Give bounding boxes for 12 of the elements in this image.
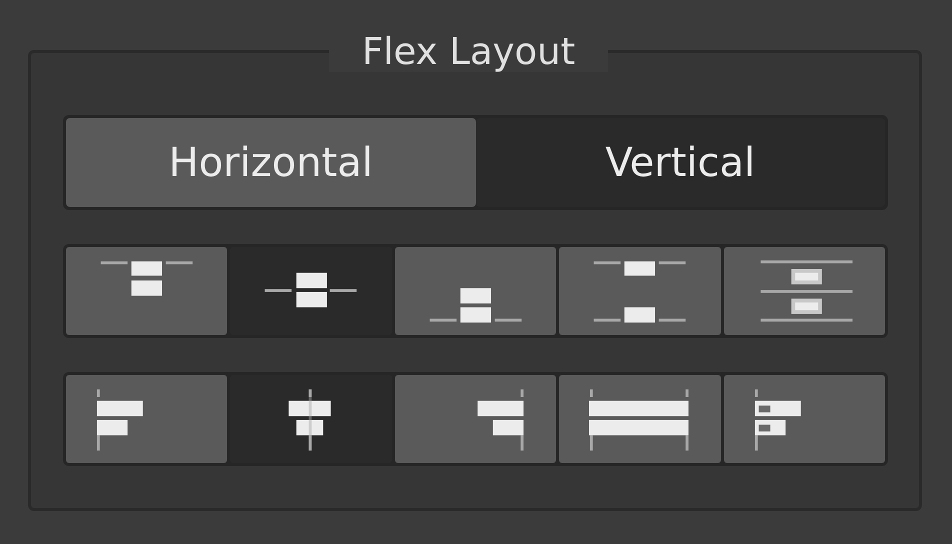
direction-tab[interactable]: Horizontal xyxy=(66,118,476,207)
justify-button[interactable] xyxy=(394,247,556,335)
align-button[interactable] xyxy=(394,375,556,463)
align-button[interactable] xyxy=(559,375,721,463)
align-button[interactable] xyxy=(724,375,886,463)
justify-button[interactable] xyxy=(724,247,886,335)
justify-button[interactable] xyxy=(559,247,721,335)
direction-tab[interactable]: Vertical xyxy=(476,118,885,207)
align-button[interactable] xyxy=(230,375,392,463)
justify-button[interactable] xyxy=(66,247,228,335)
align-button[interactable] xyxy=(66,375,228,463)
justify-button[interactable] xyxy=(230,247,392,335)
